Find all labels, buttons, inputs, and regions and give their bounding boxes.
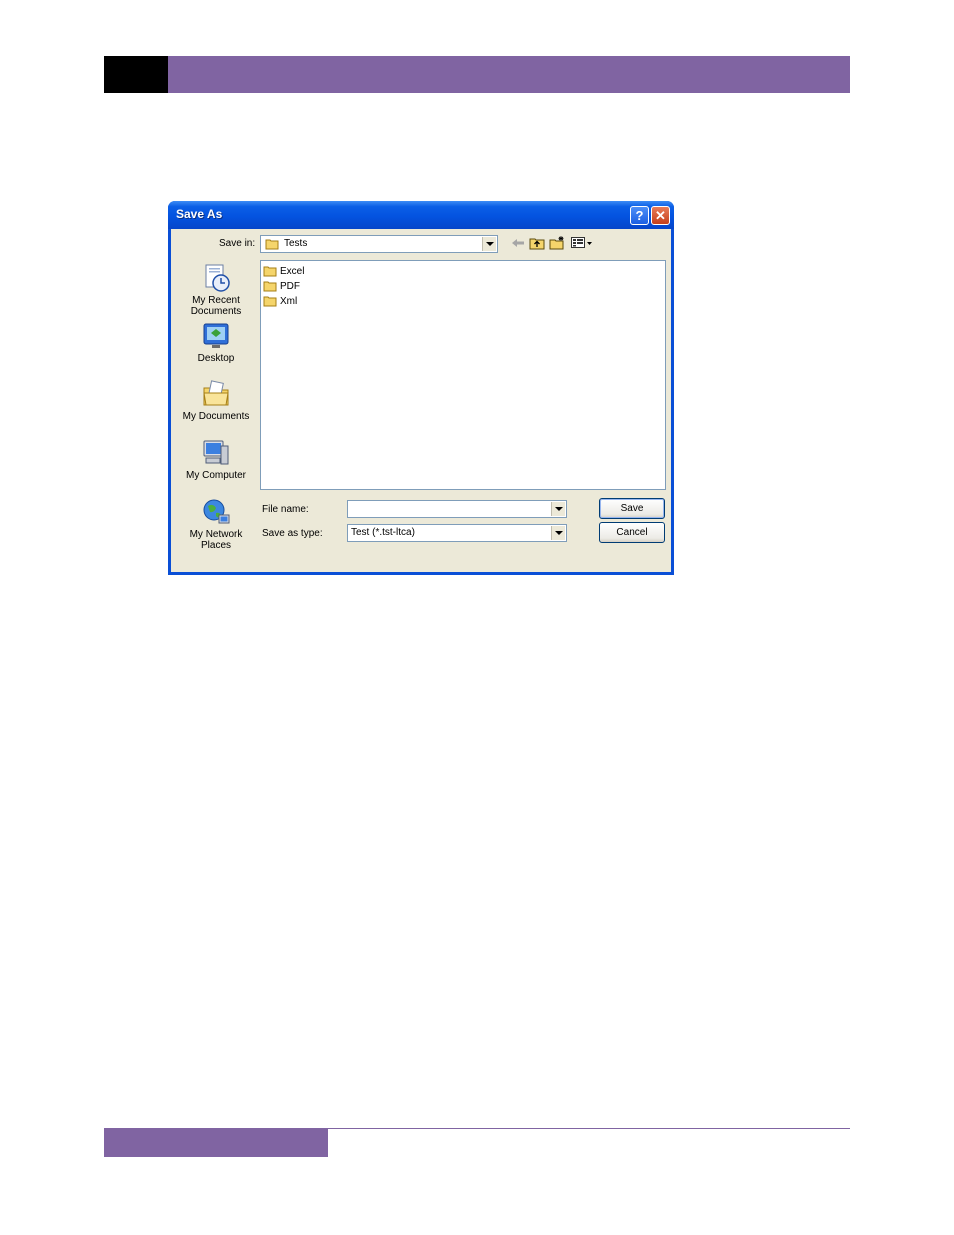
file-name-field[interactable] — [347, 500, 567, 518]
new-folder-button[interactable] — [548, 235, 566, 251]
new-folder-icon — [549, 236, 564, 250]
save-button[interactable]: Save — [599, 498, 665, 519]
save-in-dropdown[interactable]: Tests — [260, 235, 498, 253]
header-black-block — [104, 56, 168, 93]
file-name: Xml — [280, 295, 298, 307]
network-places-icon — [203, 499, 230, 524]
place-label: My Documents — [182, 411, 250, 422]
place-my-recent-documents[interactable]: My Recent Documents — [177, 263, 255, 317]
chevron-down-icon[interactable] — [551, 526, 565, 540]
cancel-button[interactable]: Cancel — [599, 522, 665, 543]
place-label: Desktop — [197, 353, 235, 364]
dialog-client-area: Save in: Tests My Recent Documents Deskt… — [171, 229, 671, 572]
close-button[interactable]: ✕ — [651, 206, 670, 225]
dialog-title: Save As — [176, 207, 223, 221]
place-label: My Recent — [192, 295, 240, 306]
folder-icon — [263, 296, 277, 307]
place-my-computer[interactable]: My Computer — [177, 438, 255, 481]
desktop-icon — [203, 323, 229, 348]
footer-rule — [328, 1128, 850, 1129]
file-name: Excel — [280, 265, 305, 277]
file-name: PDF — [280, 280, 300, 292]
question-mark-icon: ? — [635, 208, 644, 223]
save-as-type-dropdown[interactable]: Test (*.tst-ltca) — [347, 524, 567, 542]
list-item-xml[interactable]: Xml — [263, 294, 297, 308]
place-label: Documents — [190, 306, 242, 317]
chevron-down-icon[interactable] — [551, 502, 565, 516]
save-as-dialog: Save As ? ✕ Save in: Tests My Recent Doc… — [168, 201, 674, 575]
folder-icon — [265, 238, 280, 253]
help-button[interactable]: ? — [630, 206, 649, 225]
close-x-icon: ✕ — [655, 207, 666, 223]
place-label: Places — [200, 540, 231, 551]
footer-bar — [104, 1128, 328, 1157]
place-label: My Computer — [185, 470, 246, 481]
header-bar — [168, 56, 850, 93]
recent-documents-icon — [205, 264, 230, 292]
save-as-type-label: Save as type: — [262, 528, 323, 539]
up-folder-icon — [529, 238, 545, 249]
place-my-network-places[interactable]: My Network Places — [177, 497, 255, 551]
title-bar[interactable]: Save As ? ✕ — [168, 201, 674, 229]
save-in-label: Save in: — [219, 238, 256, 249]
file-name-label: File name: — [262, 504, 309, 515]
my-computer-icon — [203, 440, 229, 465]
save-in-value: Tests — [284, 238, 308, 249]
views-menu-button[interactable] — [570, 235, 594, 251]
file-list[interactable]: Excel PDF Xml — [260, 260, 666, 490]
folder-icon — [263, 281, 277, 292]
places-bar: My Recent Documents Desktop My Documents… — [177, 259, 255, 569]
view-list-icon — [571, 237, 592, 248]
my-documents-icon — [203, 380, 229, 406]
place-label: My Network — [189, 529, 243, 540]
list-item-excel[interactable]: Excel — [263, 264, 304, 278]
place-desktop[interactable]: Desktop — [177, 321, 255, 364]
place-my-documents[interactable]: My Documents — [177, 379, 255, 422]
save-as-type-value: Test (*.tst-ltca) — [351, 527, 415, 538]
back-arrow-icon — [512, 239, 524, 247]
list-item-pdf[interactable]: PDF — [263, 279, 300, 293]
up-one-level-button[interactable] — [528, 235, 546, 251]
chevron-down-icon[interactable] — [482, 237, 496, 251]
folder-icon — [263, 266, 277, 277]
back-button[interactable] — [509, 235, 527, 251]
